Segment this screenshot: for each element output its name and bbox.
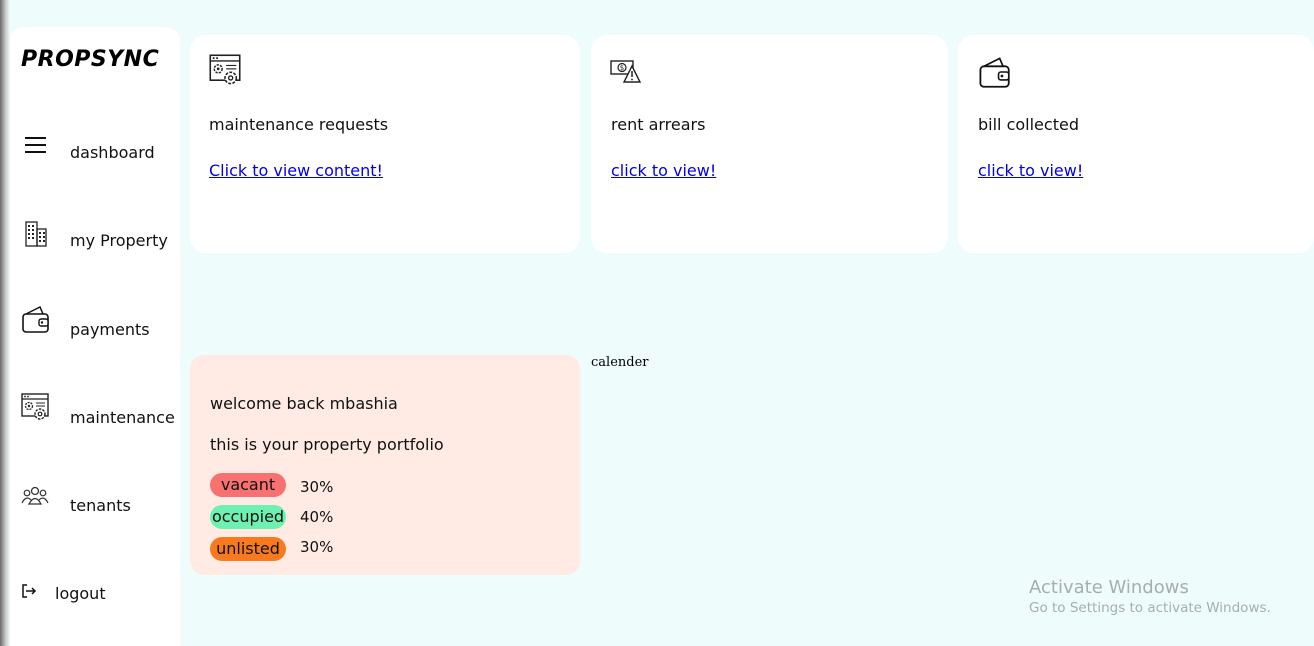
card-bill-collected: bill collected click to view! (958, 35, 1314, 253)
activate-windows-watermark: Activate Windows Go to Settings to activ… (1029, 577, 1271, 616)
hamburger-menu-icon (25, 137, 46, 153)
welcome-message: welcome back mbashia (210, 394, 398, 413)
wallet-icon (22, 305, 49, 333)
sidebar-item-maintenance[interactable]: maintenance (10, 392, 180, 432)
svg-text:$: $ (620, 64, 624, 72)
sidebar-item-logout[interactable]: logout (10, 577, 180, 617)
card-maintenance-requests: maintenance requests Click to view conte… (190, 35, 580, 253)
status-badge-occupied: occupied (210, 505, 286, 529)
calendar-placeholder: calender (591, 355, 649, 370)
unlisted-percentage: 30% (300, 538, 334, 556)
occupied-percentage: 40% (300, 508, 334, 526)
sidebar-item-dashboard[interactable]: dashboard (10, 127, 180, 167)
watermark-title: Activate Windows (1029, 577, 1189, 598)
sidebar-item-label: my Property (70, 231, 168, 250)
card-title: bill collected (978, 115, 1079, 134)
sidebar-item-my-property[interactable]: my Property (10, 215, 180, 255)
sidebar-item-label: payments (70, 320, 150, 339)
status-badge-vacant: vacant (210, 473, 286, 497)
sidebar-item-label: tenants (70, 496, 131, 515)
logout-icon (22, 584, 37, 598)
people-group-icon (21, 486, 49, 505)
portfolio-summary-card: welcome back mbashia this is your proper… (190, 355, 580, 575)
card-title: rent arrears (611, 115, 706, 134)
sidebar-item-label: logout (55, 584, 106, 603)
card-rent-arrears: $ rent arrears click to view! (591, 35, 948, 253)
status-badge-unlisted: unlisted (210, 537, 286, 561)
window-edge-shadow (0, 0, 10, 646)
settings-window-icon (21, 393, 49, 420)
brand-logo: PROPSYNC (21, 47, 160, 72)
watermark-subtitle: Go to Settings to activate Windows. (1029, 600, 1271, 616)
sidebar-item-label: maintenance (70, 408, 175, 427)
sidebar-item-label: dashboard (70, 143, 155, 162)
wallet-icon (979, 57, 1010, 88)
portfolio-subtitle: this is your property portfolio (210, 435, 444, 454)
card-title: maintenance requests (209, 115, 389, 134)
view-rent-arrears-link[interactable]: click to view! (611, 161, 716, 180)
building-icon (25, 221, 47, 247)
sidebar-item-payments[interactable]: payments (10, 304, 180, 344)
money-warning-icon: $ (610, 60, 642, 83)
sidebar: PROPSYNC dashboard my Property payments … (10, 27, 180, 646)
settings-window-icon (209, 54, 241, 85)
vacant-percentage: 30% (300, 478, 334, 496)
view-maintenance-link[interactable]: Click to view content! (209, 161, 383, 180)
sidebar-item-tenants[interactable]: tenants (10, 480, 180, 520)
view-bills-link[interactable]: click to view! (978, 161, 1083, 180)
